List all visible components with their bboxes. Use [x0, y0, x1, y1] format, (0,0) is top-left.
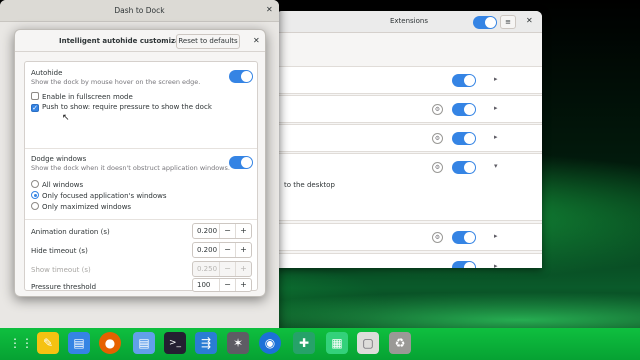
increment-button[interactable]: +: [235, 243, 251, 257]
chevron-right-icon[interactable]: ▸: [494, 75, 498, 83]
dodge-windows-title: Dodge windows: [31, 155, 87, 163]
autohide-toggle[interactable]: [229, 70, 253, 83]
firefox-icon[interactable]: ●: [99, 332, 121, 354]
extension-toggle[interactable]: [452, 261, 476, 268]
spinner-value: 0.250: [197, 265, 218, 273]
spinner-value[interactable]: 0.200: [197, 227, 217, 235]
pressure-threshold-spinner[interactable]: 100 − +: [192, 278, 252, 292]
extension-toggle[interactable]: [452, 231, 476, 244]
autohide-title: Autohide: [31, 69, 63, 77]
show-timeout-label: Show timeout (s): [31, 266, 91, 274]
extension-row[interactable]: ▸: [276, 253, 542, 268]
mouse-pointer-icon: ↖: [62, 113, 70, 123]
radio-icon[interactable]: [31, 180, 39, 188]
extensions-window: Extensions ≡ ✕ ▸ ⚙ ▸ ⚙ ▸ ⚙ ▾ to the desk…: [276, 11, 542, 268]
decrement-button[interactable]: −: [219, 224, 235, 238]
camera-icon[interactable]: ◉: [259, 332, 281, 354]
hamburger-icon[interactable]: ≡: [500, 15, 516, 29]
chevron-right-icon[interactable]: ▸: [494, 232, 498, 240]
extensions-header: Extensions ≡ ✕: [276, 11, 542, 33]
trash-icon[interactable]: ♻: [389, 332, 411, 354]
hide-timeout-row: Hide timeout (s) 0.200 − +: [25, 240, 257, 260]
decrement-button: −: [219, 262, 235, 276]
radio-selected-icon[interactable]: [31, 191, 39, 199]
extension-description: to the desktop: [284, 181, 335, 189]
chevron-right-icon[interactable]: ▸: [494, 104, 498, 112]
enable-fullscreen-checkbox[interactable]: Enable in fullscreen mode: [31, 92, 133, 101]
extension-toggle[interactable]: [452, 103, 476, 116]
notes-icon[interactable]: ✎: [37, 332, 59, 354]
dodge-windows-section: Dodge windows Show the dock when it does…: [25, 150, 257, 220]
reset-to-defaults-button[interactable]: Reset to defaults: [176, 34, 240, 49]
apps-grid-icon[interactable]: ⋮⋮: [9, 332, 33, 354]
dash-to-dock-header: Dash to Dock ✕: [0, 0, 279, 22]
autohide-dialog: Intelligent autohide customization Reset…: [14, 29, 266, 297]
chevron-down-icon[interactable]: ▾: [494, 162, 498, 170]
increment-button[interactable]: +: [235, 279, 251, 291]
radio-label: All windows: [42, 181, 84, 189]
gear-icon[interactable]: ⚙: [432, 162, 443, 173]
gear-icon[interactable]: ⚙: [432, 133, 443, 144]
chevron-right-icon[interactable]: ▸: [494, 262, 498, 268]
files-icon[interactable]: ▢: [357, 332, 379, 354]
push-to-show-label: Push to show: require pressure to show t…: [42, 103, 212, 111]
decrement-button[interactable]: −: [219, 243, 235, 257]
gear-icon[interactable]: ⚙: [432, 104, 443, 115]
animation-duration-spinner[interactable]: 0.200 − +: [192, 223, 252, 239]
dialog-title: Intelligent autohide customization: [59, 37, 196, 45]
autohide-section: Autohide Show the dock by mouse hover on…: [25, 62, 257, 149]
extension-row[interactable]: ⚙ ▸: [276, 223, 542, 251]
animation-duration-row: Animation duration (s) 0.200 − +: [25, 221, 257, 241]
extension-toggle[interactable]: [452, 132, 476, 145]
extension-row[interactable]: ⚙ ▸: [276, 124, 542, 152]
radio-focused-app-windows[interactable]: Only focused application's windows: [31, 191, 167, 200]
checkmark-icon[interactable]: ✓: [31, 104, 39, 112]
documents-icon[interactable]: ▤: [68, 332, 90, 354]
show-timeout-row: Show timeout (s) 0.250 − +: [25, 259, 257, 279]
dodge-windows-toggle[interactable]: [229, 156, 253, 169]
dock-bar: ⋮⋮ ✎ ▤ ● ▤ >_ ⇶ ✶ ◉ ✚ ▦ ▢ ♻: [0, 328, 640, 360]
dialog-header: Intelligent autohide customization Reset…: [15, 30, 265, 52]
close-icon[interactable]: ✕: [266, 5, 273, 14]
close-icon[interactable]: ✕: [526, 16, 533, 25]
checkbox-icon[interactable]: [31, 92, 39, 100]
terminal-icon[interactable]: >_: [164, 332, 186, 354]
extension-row-expanded[interactable]: ⚙ ▾ to the desktop: [276, 153, 542, 221]
chevron-right-icon[interactable]: ▸: [494, 133, 498, 141]
radio-label: Only focused application's windows: [42, 192, 167, 200]
text-editor-icon[interactable]: ▤: [133, 332, 155, 354]
extension-row[interactable]: ▸: [276, 66, 542, 94]
hide-timeout-label: Hide timeout (s): [31, 247, 88, 255]
gimp-icon[interactable]: ✶: [227, 332, 249, 354]
increment-button: +: [235, 262, 251, 276]
screenshot-icon[interactable]: ▦: [326, 332, 348, 354]
extensions-global-toggle[interactable]: [473, 16, 497, 29]
decrement-button[interactable]: −: [219, 279, 235, 291]
spinner-value[interactable]: 100: [197, 281, 210, 289]
autohide-subtitle: Show the dock by mouse hover on the scre…: [31, 78, 201, 86]
settings-list: Autohide Show the dock by mouse hover on…: [24, 61, 258, 292]
spinner-value[interactable]: 0.200: [197, 246, 217, 254]
settings-tool-icon[interactable]: ⇶: [195, 332, 217, 354]
pressure-threshold-row: Pressure threshold 100 − +: [25, 278, 257, 292]
radio-label: Only maximized windows: [42, 203, 132, 211]
hide-timeout-spinner[interactable]: 0.200 − +: [192, 242, 252, 258]
extension-toggle[interactable]: [452, 74, 476, 87]
close-icon[interactable]: ✕: [253, 36, 260, 45]
radio-icon[interactable]: [31, 202, 39, 210]
dodge-windows-subtitle: Show the dock when it doesn't obstruct a…: [31, 164, 230, 172]
extensions-icon[interactable]: ✚: [293, 332, 315, 354]
extension-row[interactable]: ⚙ ▸: [276, 95, 542, 123]
animation-duration-label: Animation duration (s): [31, 228, 110, 236]
dash-to-dock-title: Dash to Dock: [114, 6, 165, 15]
radio-maximized-windows[interactable]: Only maximized windows: [31, 202, 131, 211]
enable-fullscreen-label: Enable in fullscreen mode: [42, 93, 133, 101]
push-to-show-checkbox[interactable]: ✓ Push to show: require pressure to show …: [31, 103, 212, 112]
gear-icon[interactable]: ⚙: [432, 232, 443, 243]
increment-button[interactable]: +: [235, 224, 251, 238]
extension-toggle[interactable]: [452, 161, 476, 174]
show-timeout-spinner: 0.250 − +: [192, 261, 252, 277]
radio-all-windows[interactable]: All windows: [31, 180, 83, 189]
pressure-threshold-label: Pressure threshold: [31, 283, 97, 291]
